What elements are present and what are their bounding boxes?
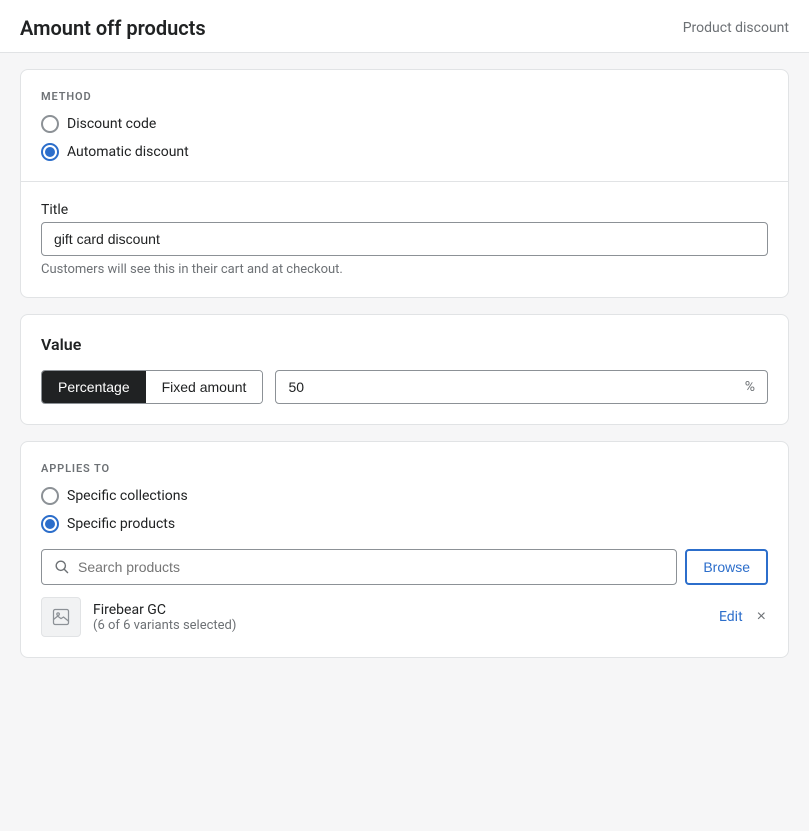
product-variants: (6 of 6 variants selected) — [93, 618, 707, 633]
product-name: Firebear GC — [93, 602, 707, 618]
value-heading: Value — [41, 335, 768, 354]
search-row: Browse — [41, 549, 768, 585]
title-input[interactable] — [41, 222, 768, 256]
applies-to-section: APPLIES TO Specific collections Specific… — [21, 442, 788, 657]
page-title: Amount off products — [20, 16, 206, 40]
value-toggle-group: Percentage Fixed amount — [41, 370, 263, 404]
value-row: Percentage Fixed amount % — [41, 370, 768, 404]
specific-collections-label: Specific collections — [67, 488, 188, 504]
page-container: Amount off products Product discount MET… — [0, 0, 809, 674]
product-info: Firebear GC (6 of 6 variants selected) — [93, 602, 707, 633]
product-thumbnail — [41, 597, 81, 637]
search-wrapper — [41, 549, 677, 585]
value-card: Value Percentage Fixed amount % — [20, 314, 789, 425]
radio-item-specific-collections[interactable]: Specific collections — [41, 487, 768, 505]
automatic-discount-label: Automatic discount — [67, 144, 189, 160]
method-title-card: METHOD Discount code Automatic discount … — [20, 69, 789, 298]
percentage-toggle[interactable]: Percentage — [42, 371, 146, 403]
edit-product-link[interactable]: Edit — [719, 609, 743, 625]
specific-products-label: Specific products — [67, 516, 175, 532]
remove-product-button[interactable]: × — [755, 606, 768, 628]
applies-to-radio-group: Specific collections Specific products — [41, 487, 768, 533]
title-section: Title Customers will see this in their c… — [21, 181, 788, 297]
radio-automatic-discount[interactable] — [41, 143, 59, 161]
radio-specific-collections[interactable] — [41, 487, 59, 505]
search-products-input[interactable] — [78, 559, 664, 575]
applies-to-card: APPLIES TO Specific collections Specific… — [20, 441, 789, 658]
value-input[interactable] — [288, 379, 740, 395]
title-help-text: Customers will see this in their cart an… — [41, 262, 768, 277]
product-item: Firebear GC (6 of 6 variants selected) E… — [41, 585, 768, 637]
page-header: Amount off products Product discount — [0, 0, 809, 53]
applies-to-label: APPLIES TO — [41, 462, 768, 475]
value-suffix: % — [745, 379, 755, 395]
product-actions: Edit × — [719, 606, 768, 628]
page-subtitle: Product discount — [683, 20, 789, 36]
browse-button[interactable]: Browse — [685, 549, 768, 585]
radio-discount-code[interactable] — [41, 115, 59, 133]
method-section: METHOD Discount code Automatic discount — [21, 70, 788, 181]
radio-item-discount-code[interactable]: Discount code — [41, 115, 768, 133]
discount-code-label: Discount code — [67, 116, 156, 132]
search-icon — [54, 559, 70, 575]
product-image-placeholder-icon — [51, 607, 71, 627]
radio-item-specific-products[interactable]: Specific products — [41, 515, 768, 533]
value-input-wrapper: % — [275, 370, 768, 404]
radio-specific-products[interactable] — [41, 515, 59, 533]
method-radio-group: Discount code Automatic discount — [41, 115, 768, 161]
value-section: Value Percentage Fixed amount % — [21, 315, 788, 424]
method-label: METHOD — [41, 90, 768, 103]
fixed-amount-toggle[interactable]: Fixed amount — [146, 371, 263, 403]
radio-item-automatic-discount[interactable]: Automatic discount — [41, 143, 768, 161]
title-field-label: Title — [41, 202, 768, 218]
